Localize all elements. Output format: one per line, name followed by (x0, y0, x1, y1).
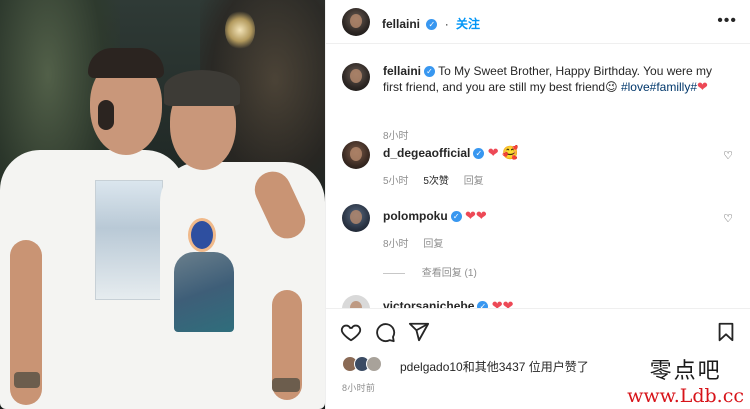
watermark-chinese: 零点吧 (649, 359, 722, 384)
commenter-avatar[interactable] (342, 295, 370, 308)
comment-row: d_degeaofficial ✓ ❤ 🥰 5小时 5次赞 回复 ♡ (342, 141, 737, 191)
left-person-hair (88, 48, 164, 78)
share-paper-plane-icon[interactable] (408, 321, 430, 343)
comment-bubble-icon[interactable] (374, 321, 396, 343)
like-heart-icon[interactable] (340, 321, 362, 343)
right-person-cap (164, 70, 240, 106)
comment-time: 8小时 (383, 239, 409, 250)
reply-button[interactable]: 回复 (423, 239, 443, 250)
left-person-hair-back (98, 100, 114, 130)
comments-section[interactable]: fellaini ✓ To My Sweet Brother, Happy Bir… (326, 45, 750, 308)
heart-emoji-icon: ❤ (697, 79, 708, 94)
comment-text: ❤❤ (491, 298, 514, 308)
watermark-url: www.Ldb.cc (627, 385, 744, 407)
verified-icon: ✓ (424, 66, 436, 78)
comment-username[interactable]: polompoku (383, 209, 448, 223)
commenter-avatar[interactable] (342, 204, 370, 232)
save-bookmark-icon[interactable] (715, 321, 737, 343)
comment-likes[interactable]: 5次赞 (423, 176, 449, 187)
post-photo[interactable] (0, 0, 325, 409)
commenter-avatar[interactable] (342, 141, 370, 169)
likes-count-text[interactable]: pdelgado10和其他3437 位用户赞了 (400, 358, 589, 375)
comment-text: ❤❤ (465, 208, 487, 223)
caption-author-avatar[interactable] (342, 63, 370, 91)
smile-emoji-icon: 😉 (605, 80, 618, 94)
comment-username[interactable]: victorsanichebe (383, 299, 474, 308)
reply-button[interactable]: 回复 (464, 176, 484, 187)
separator-dot: · (444, 17, 449, 31)
caption-hashtags[interactable]: #love#familly# (621, 80, 697, 94)
follow-button[interactable]: 关注 (456, 17, 480, 31)
verified-icon: ✓ (450, 211, 462, 223)
view-replies-button[interactable]: 查看回复 (1) (383, 264, 477, 279)
comment-username[interactable]: d_degeaofficial (383, 146, 470, 160)
site-watermark: 零点吧 www.Ldb.cc (627, 359, 744, 407)
comment-time: 5小时 (383, 176, 409, 187)
comment-row: polompoku ✓ ❤❤ 8小时 回复 ♡ (342, 204, 737, 254)
right-person-watch (272, 378, 300, 392)
liker-avatar[interactable] (366, 356, 382, 372)
left-shirt-print (95, 180, 163, 300)
caption-username[interactable]: fellaini (383, 64, 421, 78)
like-comment-icon[interactable]: ♡ (723, 212, 733, 225)
left-person-watch (14, 372, 40, 388)
comment-text: ❤ 🥰 (487, 145, 519, 160)
right-shirt-print (170, 218, 238, 333)
author-avatar[interactable] (342, 8, 370, 36)
caption-row: fellaini ✓ To My Sweet Brother, Happy Bir… (342, 63, 737, 143)
more-options-icon[interactable]: ••• (717, 12, 737, 30)
post-side-panel: fellaini ✓ · 关注 ••• fellaini ✓ To My Swee… (325, 0, 750, 409)
post-header: fellaini ✓ · 关注 ••• (326, 0, 750, 44)
background-lamp (225, 10, 255, 50)
post-timestamp: 8小时前 (342, 383, 376, 393)
post-actions-bar (326, 308, 750, 354)
author-username[interactable]: fellaini (382, 17, 420, 31)
comment-row: victorsanichebe ✓ ❤❤ (342, 295, 737, 308)
verified-icon: ✓ (473, 148, 485, 160)
verified-icon: ✓ (477, 301, 489, 308)
like-comment-icon[interactable]: ♡ (723, 149, 733, 162)
verified-icon: ✓ (426, 19, 438, 31)
